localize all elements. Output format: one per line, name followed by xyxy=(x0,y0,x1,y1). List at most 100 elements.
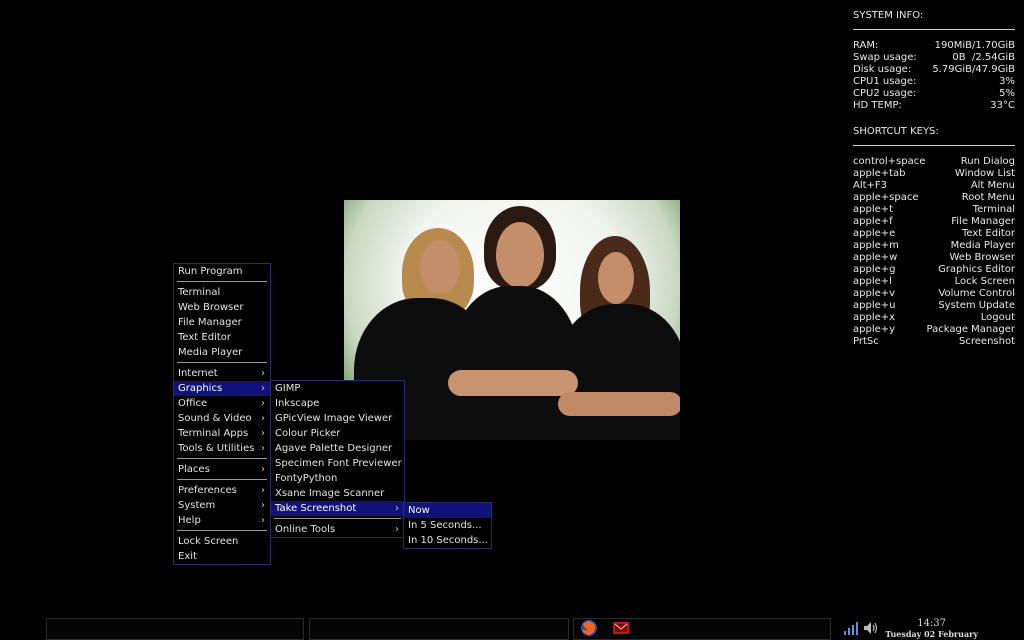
shortcut-action: File Manager xyxy=(951,216,1015,227)
shortcut-action: System Update xyxy=(938,300,1015,311)
menu-item-tools-utilities[interactable]: Tools & Utilities › xyxy=(174,441,270,456)
shortcut-key: apple+g xyxy=(853,264,896,275)
screenshot-submenu: Now In 5 Seconds... In 10 Seconds... xyxy=(403,502,492,549)
shortcut-key: control+space xyxy=(853,156,926,167)
menu-item-terminal[interactable]: Terminal xyxy=(174,285,270,300)
menu-item-label: Internet xyxy=(178,368,218,379)
menu-item-label: Terminal Apps xyxy=(178,428,249,439)
menu-separator xyxy=(177,281,267,282)
shortcut-row: PrtSc Screenshot xyxy=(853,336,1015,348)
shortcut-key: Alt+F3 xyxy=(853,180,888,191)
menu-item-label: Tools & Utilities xyxy=(178,443,255,454)
taskbar-window-slot[interactable] xyxy=(309,618,569,640)
shortcut-action: Text Editor xyxy=(962,228,1015,239)
menu-item-web-browser[interactable]: Web Browser xyxy=(174,300,270,315)
menu-item-office[interactable]: Office › xyxy=(174,396,270,411)
menu-item-text-editor[interactable]: Text Editor xyxy=(174,330,270,345)
clock[interactable]: 14:37 Tuesday 02 February xyxy=(885,619,978,640)
shortcut-row: apple+x Logout xyxy=(853,312,1015,324)
shortcut-key: apple+l xyxy=(853,276,892,287)
menu-item-terminal-apps[interactable]: Terminal Apps › xyxy=(174,426,270,441)
shortcut-list: control+space Run Dialog apple+tab Window … xyxy=(853,156,1015,348)
shortcut-action: Window List xyxy=(954,168,1015,179)
menu-item-run-program[interactable]: Run Program xyxy=(174,264,270,279)
stat-value: 5% xyxy=(999,88,1015,99)
menu-item-online-tools[interactable]: Online Tools › xyxy=(271,522,404,537)
stat-label: CPU2 usage: xyxy=(853,88,917,99)
divider xyxy=(853,29,1015,30)
menu-item-now[interactable]: Now xyxy=(404,503,491,518)
stat-value: 0B /2.54GiB xyxy=(952,52,1015,63)
menu-item-lock-screen[interactable]: Lock Screen xyxy=(174,534,270,549)
menu-item-agave[interactable]: Agave Palette Designer xyxy=(271,441,404,456)
menu-item-internet[interactable]: Internet › xyxy=(174,366,270,381)
menu-item-exit[interactable]: Exit xyxy=(174,549,270,564)
stat-row: CPU2 usage: 5% xyxy=(853,88,1015,100)
menu-item-file-manager[interactable]: File Manager xyxy=(174,315,270,330)
menu-item-take-screenshot[interactable]: Take Screenshot › xyxy=(271,501,404,516)
shortcut-row: apple+l Lock Screen xyxy=(853,276,1015,288)
menu-item-system[interactable]: System › xyxy=(174,498,270,513)
stat-value: 5.79GiB/47.9GiB xyxy=(932,64,1015,75)
firefox-icon[interactable] xyxy=(580,619,598,637)
stat-row: Swap usage: 0B /2.54GiB xyxy=(853,52,1015,64)
shortcut-row: control+space Run Dialog xyxy=(853,156,1015,168)
menu-separator xyxy=(274,518,401,519)
stat-value: 3% xyxy=(999,76,1015,87)
shortcut-action: Logout xyxy=(980,312,1015,323)
stat-label: HD TEMP: xyxy=(853,100,902,111)
submenu-arrow-icon: › xyxy=(261,443,265,454)
submenu-arrow-icon: › xyxy=(261,383,265,394)
menu-item-sound-video[interactable]: Sound & Video › xyxy=(174,411,270,426)
taskbar-window-slot[interactable] xyxy=(46,618,304,640)
menu-item-label: Places xyxy=(178,464,210,475)
shortcut-key: PrtSc xyxy=(853,336,879,347)
shortcut-key: apple+f xyxy=(853,216,893,227)
shortcut-key: apple+v xyxy=(853,288,896,299)
menu-item-graphics[interactable]: Graphics › xyxy=(174,381,270,396)
stat-row: CPU1 usage: 3% xyxy=(853,76,1015,88)
menu-item-gpicview[interactable]: GPicView Image Viewer xyxy=(271,411,404,426)
graphics-submenu: GIMP Inkscape GPicView Image Viewer Colo… xyxy=(270,380,405,538)
shortcut-action: Terminal xyxy=(972,204,1015,215)
shortcut-row: apple+e Text Editor xyxy=(853,228,1015,240)
menu-item-label: Online Tools xyxy=(275,524,336,535)
menu-item-media-player[interactable]: Media Player xyxy=(174,345,270,360)
submenu-arrow-icon: › xyxy=(261,500,265,511)
menu-item-gimp[interactable]: GIMP xyxy=(271,381,404,396)
stat-label: Swap usage: xyxy=(853,52,917,63)
shortcut-key: apple+space xyxy=(853,192,919,203)
menu-item-colour-picker[interactable]: Colour Picker xyxy=(271,426,404,441)
system-stats: RAM: 190MiB/1.70GiB Swap usage: 0B /2.54Gi… xyxy=(853,40,1015,112)
submenu-arrow-icon: › xyxy=(261,428,265,439)
shortcut-key: apple+m xyxy=(853,240,899,251)
conky-panel: SYSTEM INFO: RAM: 190MiB/1.70GiB Swap usa… xyxy=(853,8,1015,348)
stat-row: HD TEMP: 33°C xyxy=(853,100,1015,112)
volume-icon[interactable] xyxy=(862,619,880,637)
stat-row: Disk usage: 5.79GiB/47.9GiB xyxy=(853,64,1015,76)
menu-item-help[interactable]: Help › xyxy=(174,513,270,528)
menu-item-label: Office xyxy=(178,398,208,409)
divider xyxy=(853,145,1015,146)
shortcut-row: apple+f File Manager xyxy=(853,216,1015,228)
menu-item-in-10-seconds[interactable]: In 10 Seconds... xyxy=(404,533,491,548)
shortcut-row: apple+space Root Menu xyxy=(853,192,1015,204)
network-signal-icon[interactable] xyxy=(842,619,860,637)
menu-item-inkscape[interactable]: Inkscape xyxy=(271,396,404,411)
stat-value: 33°C xyxy=(990,100,1015,111)
submenu-arrow-icon: › xyxy=(261,413,265,424)
shortcut-action: Web Browser xyxy=(949,252,1015,263)
menu-separator xyxy=(177,362,267,363)
shortcut-action: Graphics Editor xyxy=(938,264,1015,275)
face-shape xyxy=(598,252,634,304)
menu-item-xsane[interactable]: Xsane Image Scanner xyxy=(271,486,404,501)
menu-item-fontypython[interactable]: FontyPython xyxy=(271,471,404,486)
stat-label: RAM: xyxy=(853,40,879,51)
menu-item-label: Preferences xyxy=(178,485,237,496)
menu-item-preferences[interactable]: Preferences › xyxy=(174,483,270,498)
shortcut-action: Media Player xyxy=(950,240,1015,251)
menu-item-places[interactable]: Places › xyxy=(174,462,270,477)
menu-item-specimen[interactable]: Specimen Font Previewer xyxy=(271,456,404,471)
mail-icon[interactable] xyxy=(612,619,630,637)
menu-item-in-5-seconds[interactable]: In 5 Seconds... xyxy=(404,518,491,533)
